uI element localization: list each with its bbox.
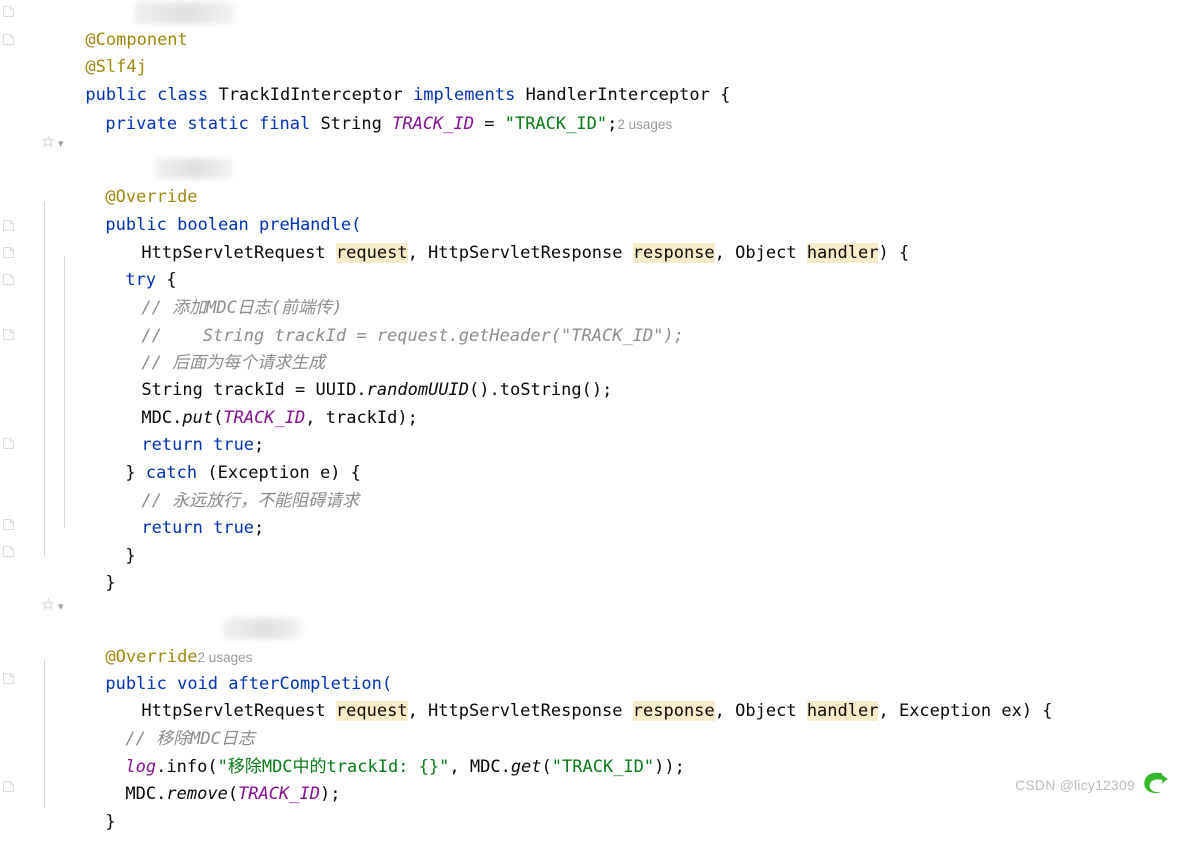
editor-gutter[interactable]	[0, 0, 18, 808]
token-brace: {	[720, 85, 731, 106]
redacted-block	[223, 618, 303, 639]
code-line[interactable]: public class TrackIdInterceptor implemen…	[24, 55, 730, 105]
override-marker-icon	[40, 134, 56, 154]
code-line[interactable]: HttpServletRequest request, HttpServletR…	[80, 213, 909, 264]
token-param-handler: handler	[806, 701, 879, 722]
code-line[interactable]: // 移除MDC日志	[64, 699, 254, 749]
code-line[interactable]: public void afterCompletion(	[44, 644, 392, 694]
fold-marker-icon[interactable]	[2, 328, 15, 341]
code-line[interactable]: log.info("移除MDC中的trackId: {}", MDC.get("…	[64, 727, 684, 777]
token-type-object: Object	[735, 701, 797, 722]
token-brace: }	[105, 812, 116, 833]
code-line[interactable]: @Override2 usages	[44, 617, 252, 667]
token-keyword-final: final	[259, 114, 311, 135]
code-line[interactable]: public boolean preHandle(	[44, 185, 361, 235]
token-brace: }	[105, 573, 116, 594]
code-line[interactable]: try {	[64, 240, 176, 290]
code-line[interactable]: return true;	[80, 405, 264, 455]
code-line[interactable]: return true;	[80, 488, 264, 538]
token-method-to-string: toString	[499, 380, 582, 401]
code-editor[interactable]: @Component @Slf4j public class TrackIdIn…	[0, 0, 1179, 832]
token-constant-track-id: TRACK_ID	[392, 114, 474, 135]
fold-marker-icon[interactable]	[2, 5, 15, 18]
code-line[interactable]: }	[44, 782, 115, 832]
chevron-down-icon[interactable]: ▾	[58, 601, 64, 613]
code-line[interactable]: }	[64, 516, 135, 566]
token-type-mdc: MDC	[469, 757, 501, 778]
chevron-down-icon[interactable]: ▾	[58, 138, 64, 150]
fold-marker-icon[interactable]	[2, 246, 15, 259]
token-param-request: request	[335, 243, 408, 264]
redacted-block	[134, 2, 236, 24]
fold-marker-icon[interactable]	[2, 33, 15, 46]
token-string-track-id: "TRACK_ID"	[551, 757, 655, 778]
code-line[interactable]: // String trackId = request.getHeader("T…	[80, 296, 683, 346]
token-method-get: get	[510, 757, 542, 778]
code-line[interactable]: // 添加MDC日志(前端传)	[80, 268, 342, 318]
token-param-handler: handler	[806, 243, 879, 264]
token-type-mdc: MDC	[125, 784, 157, 805]
fold-marker-icon[interactable]	[2, 780, 15, 793]
token-var-track-id: trackId	[325, 408, 398, 429]
redacted-block	[155, 158, 233, 179]
token-type-http-response: HttpServletResponse	[428, 701, 623, 722]
code-line[interactable]: MDC.put(TRACK_ID, trackId);	[80, 378, 417, 428]
token-brace: }	[125, 546, 136, 567]
fold-marker-icon[interactable]	[2, 219, 15, 232]
override-marker-icon	[40, 597, 56, 617]
code-text-area[interactable]: @Component @Slf4j public class TrackIdIn…	[18, 0, 1179, 832]
fold-marker-icon[interactable]	[2, 518, 15, 531]
code-line[interactable]: MDC.remove(TRACK_ID);	[64, 754, 340, 804]
token-method-remove: remove	[166, 784, 228, 805]
token-type-object: Object	[735, 243, 797, 264]
token-type-http-response: HttpServletResponse	[428, 243, 623, 264]
code-line[interactable]: // 后面为每个请求生成	[80, 323, 325, 373]
fold-marker-icon[interactable]	[2, 437, 15, 450]
implementing-method-icon[interactable]: ▾	[40, 134, 78, 154]
token-constant-track-id: TRACK_ID	[238, 784, 320, 805]
inlay-hint-usages[interactable]: 2 usages	[617, 117, 672, 132]
fold-marker-icon[interactable]	[2, 672, 15, 685]
code-line[interactable]: @Slf4j	[24, 27, 146, 77]
token-type-string: String	[320, 114, 382, 135]
token-param-response: response	[632, 701, 715, 722]
fold-marker-icon[interactable]	[2, 273, 15, 286]
token-param-request: request	[335, 701, 408, 722]
token-string-track-id: "TRACK_ID"	[504, 114, 608, 135]
code-line[interactable]: private static final String TRACK_ID = "…	[44, 84, 672, 134]
implementing-method-icon[interactable]: ▾	[40, 597, 78, 617]
code-line[interactable]: HttpServletRequest request, HttpServletR…	[80, 671, 1053, 722]
token-keyword-return: return	[141, 518, 203, 539]
fold-marker-icon[interactable]	[2, 545, 15, 558]
token-param-response: response	[632, 243, 715, 264]
token-keyword-static: static	[187, 114, 249, 135]
token-keyword-private: private	[105, 114, 178, 135]
code-line[interactable]: // 永远放行，不能阻碍请求	[80, 461, 359, 511]
code-line[interactable]: }	[44, 543, 115, 593]
token-type-exception: Exception	[898, 701, 992, 722]
token-param-ex: ex	[1001, 701, 1022, 722]
code-line[interactable]: String trackId = UUID.randomUUID().toStr…	[80, 350, 612, 400]
code-line[interactable]: } catch (Exception e) {	[64, 433, 361, 483]
token-keyword-true: true	[213, 518, 255, 539]
